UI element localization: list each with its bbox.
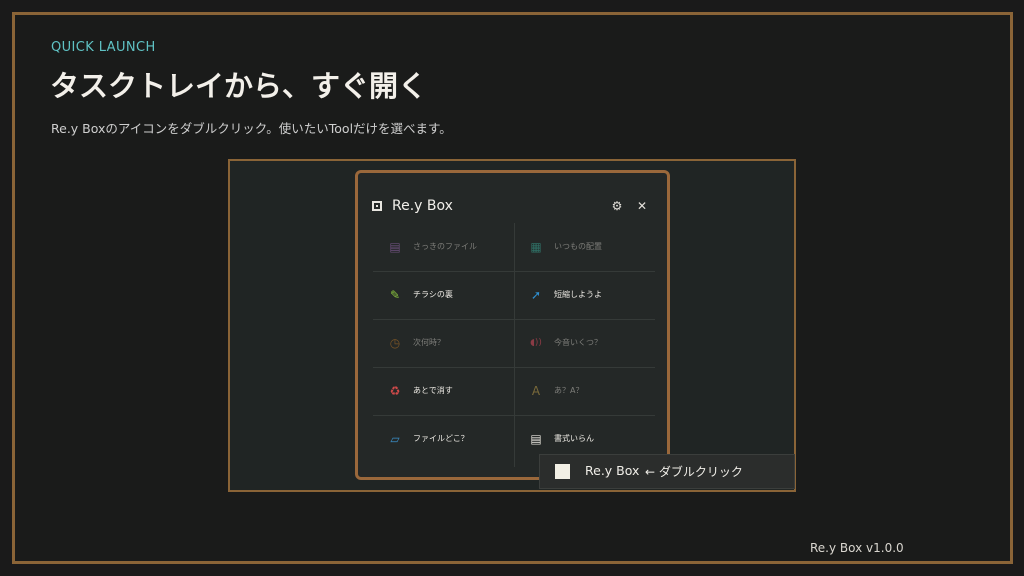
tooltip-app-name: Re.y Box bbox=[585, 463, 640, 478]
tool-label: 書式いらん bbox=[554, 434, 594, 443]
settings-button[interactable]: ⚙ bbox=[609, 198, 625, 214]
tool-label: 短縮しようよ bbox=[554, 290, 602, 299]
tool-label: あとで消す bbox=[413, 386, 453, 395]
clock-icon: ◷ bbox=[389, 336, 401, 350]
app-icon bbox=[372, 201, 382, 211]
recycle-icon: ♻ bbox=[389, 384, 401, 398]
tool-item[interactable]: ▤ さっきのファイル bbox=[373, 223, 514, 271]
version-label: Re.y Box v1.0.0 bbox=[810, 541, 904, 555]
tool-item[interactable]: ▦ いつもの配置 bbox=[514, 223, 655, 271]
tool-label: いつもの配置 bbox=[554, 242, 602, 251]
tool-item[interactable]: ◷ 次何時？ bbox=[373, 319, 514, 367]
tray-app-icon[interactable] bbox=[555, 464, 570, 479]
section-eyebrow: QUICK LAUNCH bbox=[51, 40, 156, 55]
tool-item[interactable]: ✎ チラシの裏 bbox=[373, 271, 514, 319]
tool-label: さっきのファイル bbox=[413, 242, 477, 251]
close-button[interactable]: ✕ bbox=[634, 198, 650, 214]
tool-item[interactable]: ♻ あとで消す bbox=[373, 367, 514, 415]
window-header: Re.y Box ⚙ ✕ bbox=[358, 173, 667, 219]
page-title: タスクトレイから、すぐ開く bbox=[50, 69, 428, 103]
arrow-link-icon: ➚ bbox=[530, 288, 542, 302]
tool-label: 今音いくつ？ bbox=[554, 338, 602, 347]
volume-icon: ◖)) bbox=[530, 338, 542, 348]
folder-icon: ▱ bbox=[390, 432, 400, 446]
tool-item[interactable]: A あ？A？ bbox=[514, 367, 655, 415]
tool-label: あ？A？ bbox=[554, 386, 584, 395]
tool-grid: ▤ さっきのファイル ▦ いつもの配置 ✎ チラシの裏 ➚ 短縮しようよ ◷ 次… bbox=[373, 223, 655, 467]
page-subtitle: Re.y Boxのアイコンをダブルクリック。使いたいToolだけを選べます。 bbox=[51, 121, 452, 136]
tool-label: 次何時？ bbox=[413, 338, 445, 347]
window-title: Re.y Box bbox=[392, 198, 453, 214]
tray-tooltip[interactable]: Re.y Box ← ダブルクリック bbox=[539, 454, 795, 489]
grid-layout-icon: ▦ bbox=[530, 240, 542, 254]
tooltip-hint: ← ダブルクリック bbox=[645, 465, 743, 479]
tool-item[interactable]: ➚ 短縮しようよ bbox=[514, 271, 655, 319]
pencil-icon: ✎ bbox=[389, 288, 401, 302]
tool-item[interactable]: ▱ ファイルどこ？ bbox=[373, 415, 514, 463]
app-window: Re.y Box ⚙ ✕ ▤ さっきのファイル ▦ いつもの配置 ✎ チラシの裏… bbox=[355, 170, 670, 480]
tool-item[interactable]: ◖)) 今音いくつ？ bbox=[514, 319, 655, 367]
text-format-icon: ▤ bbox=[530, 432, 542, 446]
font-a-icon: A bbox=[531, 384, 541, 398]
tool-label: チラシの裏 bbox=[413, 290, 453, 299]
file-list-icon: ▤ bbox=[389, 240, 401, 254]
close-icon: ✕ bbox=[636, 199, 648, 213]
tool-label: ファイルどこ？ bbox=[413, 434, 469, 443]
gear-icon: ⚙ bbox=[611, 199, 623, 213]
